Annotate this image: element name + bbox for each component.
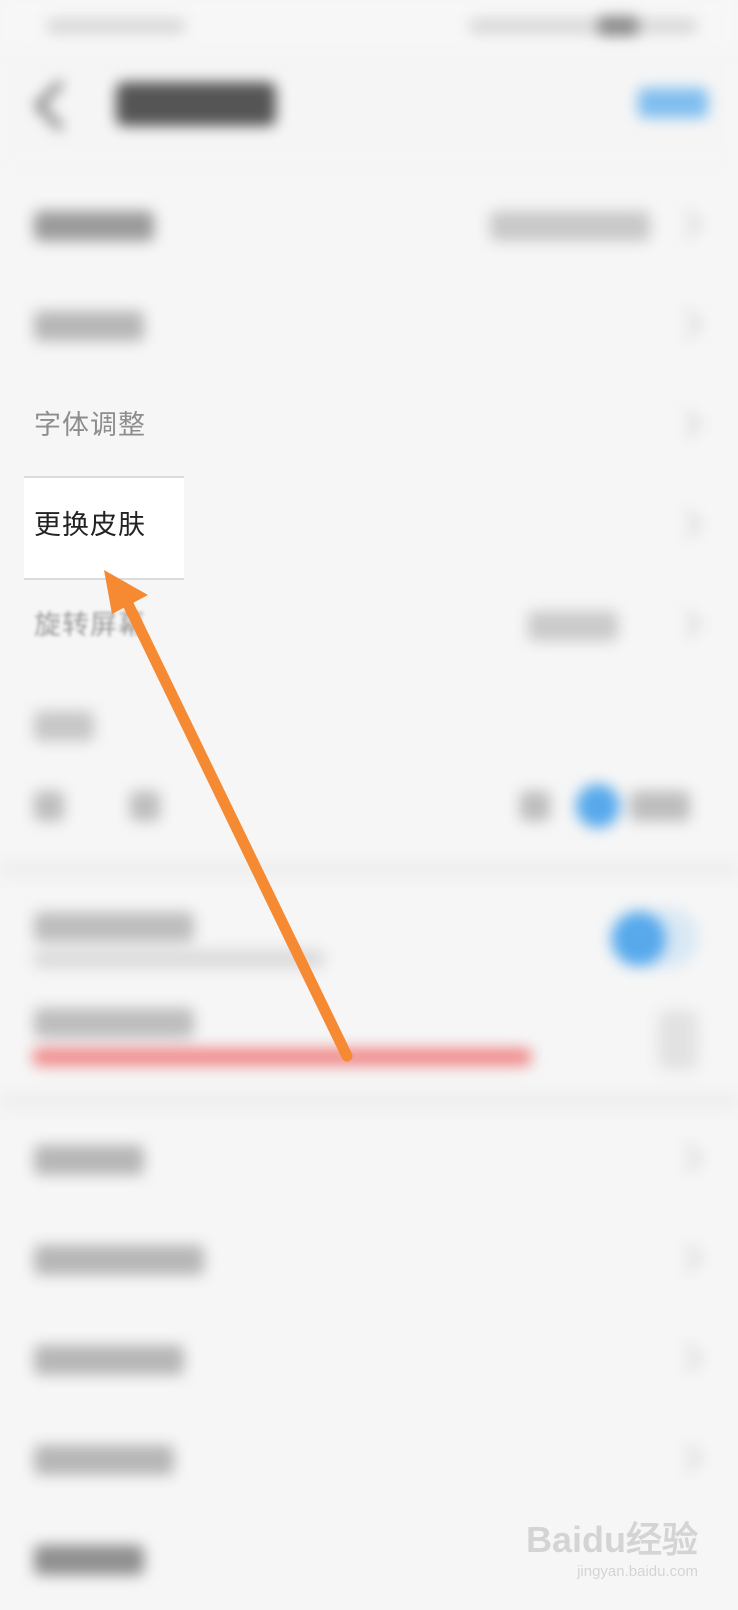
settings-row-font[interactable]: 字体调整 [0, 376, 738, 476]
row-action[interactable] [658, 1010, 698, 1070]
status-bar [0, 0, 738, 52]
slider-knob[interactable] [576, 784, 620, 828]
chevron-right-icon [673, 409, 703, 439]
settings-row-d[interactable] [0, 1410, 738, 1510]
settings-row-slider[interactable] [0, 756, 738, 856]
settings-row-skin[interactable]: 更换皮肤 [0, 476, 738, 576]
page-title [116, 82, 276, 126]
baidu-watermark: Baidu经验 jingyan.baidu.com [526, 1511, 698, 1580]
chevron-right-icon [673, 1343, 703, 1373]
watermark-url: jingyan.baidu.com [577, 1563, 698, 1580]
chevron-right-icon [673, 509, 703, 539]
battery-icon [598, 16, 638, 36]
settings-row-2[interactable] [0, 276, 738, 376]
rotate-screen-label: 旋转屏幕 [34, 610, 146, 641]
chevron-right-icon [673, 1243, 703, 1273]
app-header [0, 52, 738, 162]
warning-text [32, 1048, 532, 1066]
settings-row-rotate[interactable]: 旋转屏幕 [0, 576, 738, 676]
settings-row-c[interactable] [0, 1310, 738, 1410]
chevron-right-icon [673, 309, 703, 339]
chevron-right-icon [673, 609, 703, 639]
section-divider [0, 862, 738, 878]
settings-row-1[interactable] [0, 176, 738, 276]
font-adjust-label: 字体调整 [34, 410, 146, 441]
toggle-switch[interactable] [608, 908, 698, 968]
settings-row-a[interactable] [0, 1110, 738, 1210]
back-arrow-icon[interactable] [34, 80, 85, 131]
section-divider [0, 1094, 738, 1110]
status-icons [468, 18, 698, 34]
change-skin-label: 更换皮肤 [34, 510, 146, 541]
chevron-right-icon [673, 1443, 703, 1473]
chevron-right-icon [673, 1143, 703, 1173]
settings-row-warning[interactable] [0, 1000, 738, 1090]
watermark-logo: Baidu经验 [525, 1519, 698, 1560]
status-time [46, 18, 186, 34]
chevron-right-icon [673, 209, 703, 239]
settings-row-b[interactable] [0, 1210, 738, 1310]
settings-row-toggle[interactable] [0, 890, 738, 1000]
header-action-button[interactable] [638, 88, 708, 118]
